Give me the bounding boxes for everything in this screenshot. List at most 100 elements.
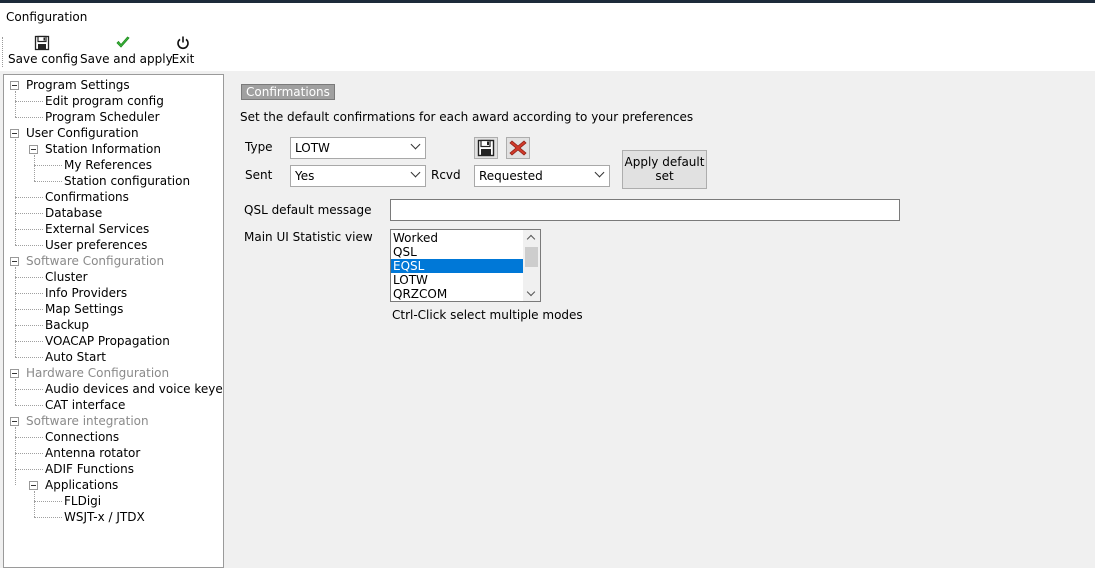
tree-item[interactable]: User Configuration: [26, 125, 139, 141]
tree-item[interactable]: Map Settings: [45, 301, 123, 317]
tree-item[interactable]: Auto Start: [45, 349, 106, 365]
collapse-toggle-icon[interactable]: [10, 417, 19, 426]
tree-item[interactable]: My References: [64, 157, 152, 173]
tree-item[interactable]: WSJT-x / JTDX: [64, 509, 145, 525]
scroll-thumb[interactable]: [525, 247, 538, 267]
collapse-toggle-icon[interactable]: [10, 81, 19, 90]
tree-item[interactable]: Applications: [45, 477, 118, 493]
tree-connector: [15, 277, 43, 278]
scroll-up-icon[interactable]: [526, 234, 536, 244]
tree-item[interactable]: Program Scheduler: [45, 109, 160, 125]
tree-connector: [15, 405, 43, 406]
save-floppy-icon: [477, 139, 495, 157]
exit-button[interactable]: Exit: [170, 35, 196, 69]
window-titlebar: Configuration: [0, 3, 1095, 33]
tree-item[interactable]: FLDigi: [64, 493, 101, 509]
type-select-value: LOTW: [295, 141, 330, 155]
save-and-apply-button[interactable]: Save and apply: [80, 35, 173, 69]
sent-select[interactable]: Yes: [290, 165, 426, 187]
tree-connector: [34, 517, 62, 518]
tree-connector: [15, 325, 43, 326]
listbox-scrollbar[interactable]: [523, 230, 540, 301]
tree-item[interactable]: Hardware Configuration: [26, 365, 169, 381]
type-label: Type: [245, 140, 273, 154]
toolbar: Save config Save and apply Exit: [0, 33, 1095, 71]
tree-connector: [15, 427, 16, 485]
tree-connector: [15, 437, 43, 438]
tree-item[interactable]: Info Providers: [45, 285, 127, 301]
rcvd-label: Rcvd: [431, 168, 461, 182]
tree-connector: [34, 155, 35, 181]
tree-connector: [15, 309, 43, 310]
tree-item[interactable]: Software Configuration: [26, 253, 164, 269]
tree-connector: [15, 469, 43, 470]
statistic-option[interactable]: Worked: [391, 231, 523, 245]
qsl-default-message-input[interactable]: [390, 199, 900, 221]
tree-connector: [34, 181, 62, 182]
tree-item[interactable]: Audio devices and voice keyer: [45, 381, 223, 397]
type-select[interactable]: LOTW: [290, 137, 426, 159]
toolbar-grip[interactable]: [2, 37, 5, 67]
window-title: Configuration: [6, 10, 88, 24]
save-config-label: Save config: [8, 52, 78, 66]
collapse-toggle-icon[interactable]: [29, 481, 38, 490]
tree-connector: [15, 117, 43, 118]
tree-item[interactable]: Cluster: [45, 269, 88, 285]
floppy-disk-icon: [34, 35, 50, 51]
collapse-toggle-icon[interactable]: [10, 369, 19, 378]
tree-item[interactable]: External Services: [45, 221, 149, 237]
multi-select-hint: Ctrl-Click select multiple modes: [392, 308, 583, 322]
tree-connector: [15, 139, 16, 245]
tree-item[interactable]: Edit program config: [45, 93, 164, 109]
collapse-toggle-icon[interactable]: [10, 257, 19, 266]
tree-connector: [15, 389, 43, 390]
section-badge: Confirmations: [241, 84, 335, 100]
tree-connector: [15, 267, 16, 357]
tree-connector: [15, 357, 43, 358]
delete-preset-button[interactable]: [506, 137, 530, 159]
tree-item[interactable]: Station Information: [45, 141, 161, 157]
tree-item[interactable]: Database: [45, 205, 102, 221]
power-icon: [177, 36, 189, 50]
tree-item[interactable]: ADIF Functions: [45, 461, 134, 477]
collapse-toggle-icon[interactable]: [29, 145, 38, 154]
delete-x-icon: [509, 140, 527, 156]
chevron-down-icon: [594, 167, 605, 178]
collapse-toggle-icon[interactable]: [10, 129, 19, 138]
save-config-button[interactable]: Save config: [8, 35, 78, 69]
tree-connector: [15, 341, 43, 342]
statistic-view-listbox[interactable]: Worked QSL EQSL LOTW QRZCOM: [390, 229, 541, 302]
tree-item[interactable]: Software integration: [26, 413, 149, 429]
tree-connector: [15, 91, 16, 117]
statistic-option[interactable]: QSL: [391, 245, 523, 259]
checkmark-icon: [116, 36, 130, 48]
tree-connector: [15, 229, 43, 230]
settings-tree[interactable]: Program Settings Edit program config Progr…: [3, 74, 224, 568]
exit-label: Exit: [171, 52, 195, 66]
description-text: Set the default confirmations for each a…: [240, 110, 694, 124]
statistic-option[interactable]: EQSL: [391, 259, 523, 273]
tree-item[interactable]: Program Settings: [26, 77, 130, 93]
tree-item[interactable]: Backup: [45, 317, 89, 333]
tree-item[interactable]: Connections: [45, 429, 119, 445]
qsl-default-message-label: QSL default message: [244, 203, 372, 217]
apply-default-set-button[interactable]: Apply default set: [622, 150, 707, 189]
save-preset-button[interactable]: [474, 137, 498, 159]
tree-item[interactable]: Antenna rotator: [45, 445, 140, 461]
statistic-option[interactable]: QRZCOM: [391, 287, 523, 301]
tree-connector: [15, 293, 43, 294]
tree-item[interactable]: Station configuration: [64, 173, 190, 189]
tree-item[interactable]: Confirmations: [45, 189, 129, 205]
apply-default-line1: Apply default: [624, 155, 705, 169]
tree-connector: [34, 501, 62, 502]
tree-item[interactable]: User preferences: [45, 237, 147, 253]
sent-label: Sent: [245, 168, 273, 182]
tree-connector: [15, 453, 43, 454]
scroll-down-icon[interactable]: [526, 287, 536, 297]
statistic-option[interactable]: LOTW: [391, 273, 523, 287]
tree-item[interactable]: VOACAP Propagation: [45, 333, 170, 349]
save-and-apply-label: Save and apply: [80, 52, 173, 66]
tree-connector: [15, 379, 16, 405]
rcvd-select[interactable]: Requested: [474, 165, 610, 187]
tree-item[interactable]: CAT interface: [45, 397, 125, 413]
